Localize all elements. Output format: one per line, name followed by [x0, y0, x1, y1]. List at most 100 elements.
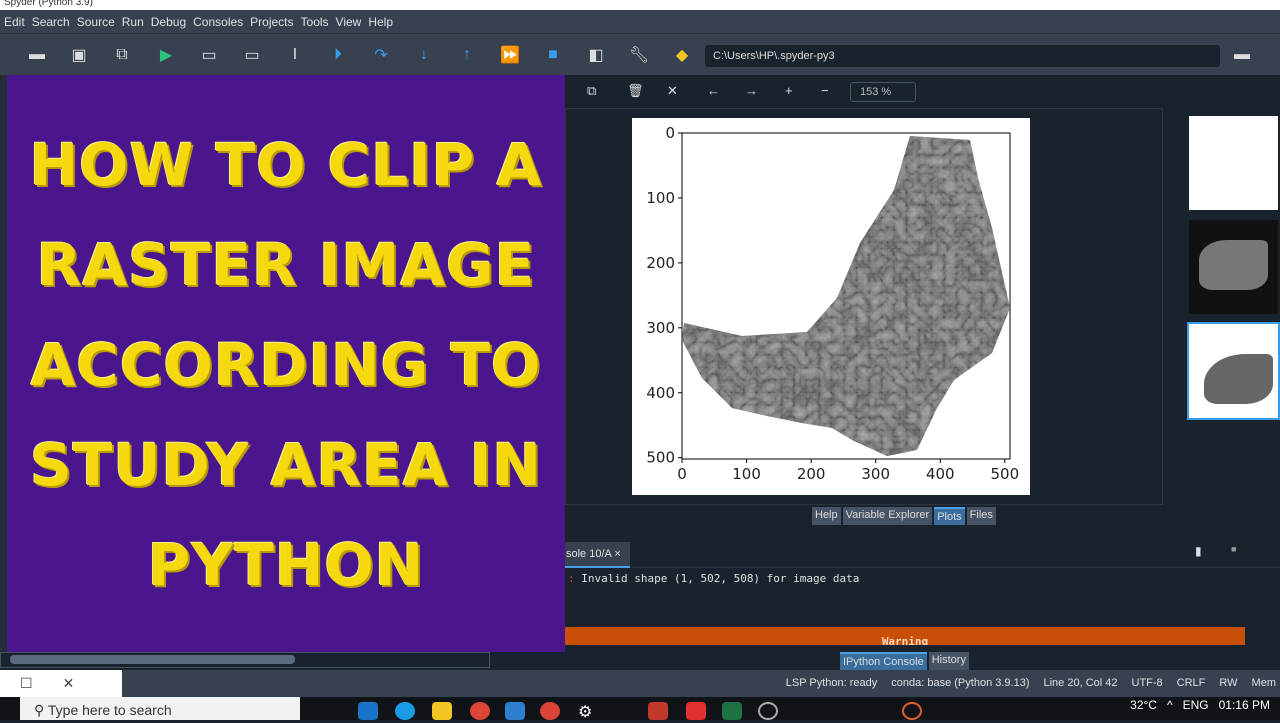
tab-history[interactable]: History [928, 652, 969, 670]
excel-icon[interactable] [722, 702, 742, 720]
x-tick-label: 300 [861, 465, 890, 483]
status-eol: CRLF [1176, 677, 1206, 689]
next-plot-icon[interactable]: → [745, 83, 758, 98]
headline-line: HOW TO CLIP A [29, 131, 543, 199]
zoom-level[interactable]: 153 % [850, 82, 916, 102]
menu-run[interactable]: Run [122, 15, 144, 29]
status-conda: conda: base (Python 3.9.13) [891, 677, 1030, 689]
status-lsp: LSP Python: ready [785, 677, 878, 689]
run-cell-icon[interactable]: ▭ [198, 44, 220, 66]
x-tick-label: 500 [991, 465, 1020, 483]
taskbar-search[interactable]: ⚲ Type here to search [20, 697, 300, 720]
close-console-icon[interactable]: × [614, 548, 620, 560]
console-options-icon[interactable]: ▮ [1195, 544, 1202, 558]
tab-help[interactable]: Help [812, 507, 841, 525]
close-icon[interactable]: ✕ [63, 675, 75, 692]
save-all-icon[interactable]: ⧉ [111, 44, 133, 66]
zoom-in-icon[interactable]: + [785, 83, 793, 98]
chrome-icon[interactable] [470, 702, 490, 720]
x-tick-label: 400 [926, 465, 955, 483]
save-icon[interactable]: ▣ [68, 44, 90, 66]
zoom-out-icon[interactable]: − [821, 83, 829, 98]
menu-projects[interactable]: Projects [250, 15, 293, 29]
tab-plots[interactable]: Plots [934, 507, 965, 525]
python-path-icon[interactable]: ◆ [671, 44, 693, 66]
plot-thumbnails [1175, 108, 1280, 505]
menu-help[interactable]: Help [368, 15, 393, 29]
run-selection-icon[interactable]: I [284, 44, 306, 66]
search-icon: ⚲ [34, 702, 48, 718]
y-tick-label: 300 [646, 319, 675, 337]
window-controls: ☐ ✕ [0, 670, 122, 697]
wrench-icon[interactable]: 🔧︎ [628, 44, 650, 66]
remove-all-icon[interactable]: ✕ [667, 83, 678, 99]
console-tab-label: sole 10/A [566, 548, 612, 560]
console-header: ▮ ■ [565, 540, 1280, 568]
settings-icon[interactable]: ⚙ [578, 702, 598, 721]
maximize-icon[interactable]: ☐ [20, 675, 33, 692]
step-into-icon[interactable]: ↓ [413, 44, 435, 66]
debug-icon[interactable]: ⏵ [327, 44, 349, 66]
thumbnail-raster[interactable] [1187, 218, 1280, 316]
copy-icon[interactable]: ⧉ [587, 83, 596, 99]
tab-files[interactable]: Files [966, 507, 996, 525]
status-permissions: RW [1219, 677, 1238, 689]
title-bar: Spyder (Python 3.9) [0, 0, 1280, 10]
weather-temp[interactable]: 32°C [1130, 698, 1157, 712]
open-folder-icon[interactable]: ▬ [26, 44, 48, 66]
headline-line: ACCORDING TO [30, 331, 542, 399]
console-output: : Invalid shape (1, 502, 508) for image … [568, 572, 860, 585]
console-pane-tabs: IPython Console History [840, 652, 969, 670]
tray-chevron-icon[interactable]: ^ [1167, 698, 1173, 712]
status-cursor: Line 20, Col 42 [1043, 677, 1118, 689]
previous-plot-icon[interactable]: ← [707, 83, 720, 98]
menu-view[interactable]: View [336, 15, 362, 29]
headline-line: STUDY AREA IN [30, 431, 542, 499]
console-tab[interactable]: sole 10/A × [565, 542, 630, 568]
menu-consoles[interactable]: Consoles [193, 15, 243, 29]
console-error-message: Invalid shape (1, 502, 508) for image da… [581, 572, 860, 585]
working-directory-input[interactable]: C:\Users\HP\.spyder-py3 [705, 45, 1220, 67]
status-encoding: UTF-8 [1131, 677, 1163, 689]
run-icon[interactable]: ▶ [155, 44, 177, 66]
thumbnail-empty-plot[interactable] [1187, 114, 1280, 212]
chrome-profile-icon[interactable] [540, 702, 560, 720]
edge-icon[interactable] [395, 702, 415, 720]
mail-icon[interactable] [358, 702, 378, 720]
menu-bar: Edit Search Source Run Debug Consoles Pr… [0, 10, 1280, 33]
tab-variable-explorer[interactable]: Variable Explorer [842, 507, 933, 525]
status-memory: Mem [1251, 677, 1276, 689]
run-cell-advance-icon[interactable]: ▭ [241, 44, 263, 66]
stop-icon[interactable]: ■ [542, 44, 564, 66]
menu-source[interactable]: Source [77, 15, 115, 29]
menu-debug[interactable]: Debug [151, 15, 186, 29]
file-explorer-icon[interactable] [432, 702, 452, 720]
headline-line: PYTHON [147, 531, 425, 599]
continue-icon[interactable]: ⏩ [499, 44, 521, 66]
menu-tools[interactable]: Tools [301, 15, 329, 29]
menu-search[interactable]: Search [32, 15, 70, 29]
thumbnail-clipped-raster[interactable] [1187, 322, 1280, 420]
browse-folder-icon[interactable]: ▬ [1231, 44, 1253, 66]
system-tray: 32°C ^ ENG 01:16 PM [1130, 698, 1270, 712]
y-tick-label: 400 [646, 384, 675, 402]
raster-plot: 0 100 200 300 400 5000100200300400500 [646, 124, 1020, 483]
step-out-icon[interactable]: ↑ [456, 44, 478, 66]
status-bar: LSP Python: ready conda: base (Python 3.… [0, 670, 1280, 697]
overlay-headline: HOW TO CLIP A RASTER IMAGE ACCORDING TO … [7, 115, 565, 615]
console-stop-icon[interactable]: ■ [1231, 544, 1236, 554]
spyder-app-icon[interactable] [648, 702, 668, 720]
scrollbar-thumb[interactable] [10, 655, 295, 664]
maximize-pane-icon[interactable]: ◧ [585, 44, 607, 66]
anydesk-icon[interactable] [686, 702, 706, 720]
language-indicator[interactable]: ENG [1183, 698, 1209, 712]
media-player-icon[interactable] [902, 702, 922, 720]
pane-tabs: Help Variable Explorer Plots Files [812, 507, 996, 525]
tab-ipython-console[interactable]: IPython Console [840, 652, 927, 670]
app-icon[interactable] [758, 702, 778, 720]
clock[interactable]: 01:16 PM [1219, 698, 1270, 712]
step-over-icon[interactable]: ↷ [370, 44, 392, 66]
store-icon[interactable] [505, 702, 525, 720]
menu-edit[interactable]: Edit [4, 15, 25, 29]
trash-icon[interactable]: 🗑︎ [627, 83, 644, 99]
